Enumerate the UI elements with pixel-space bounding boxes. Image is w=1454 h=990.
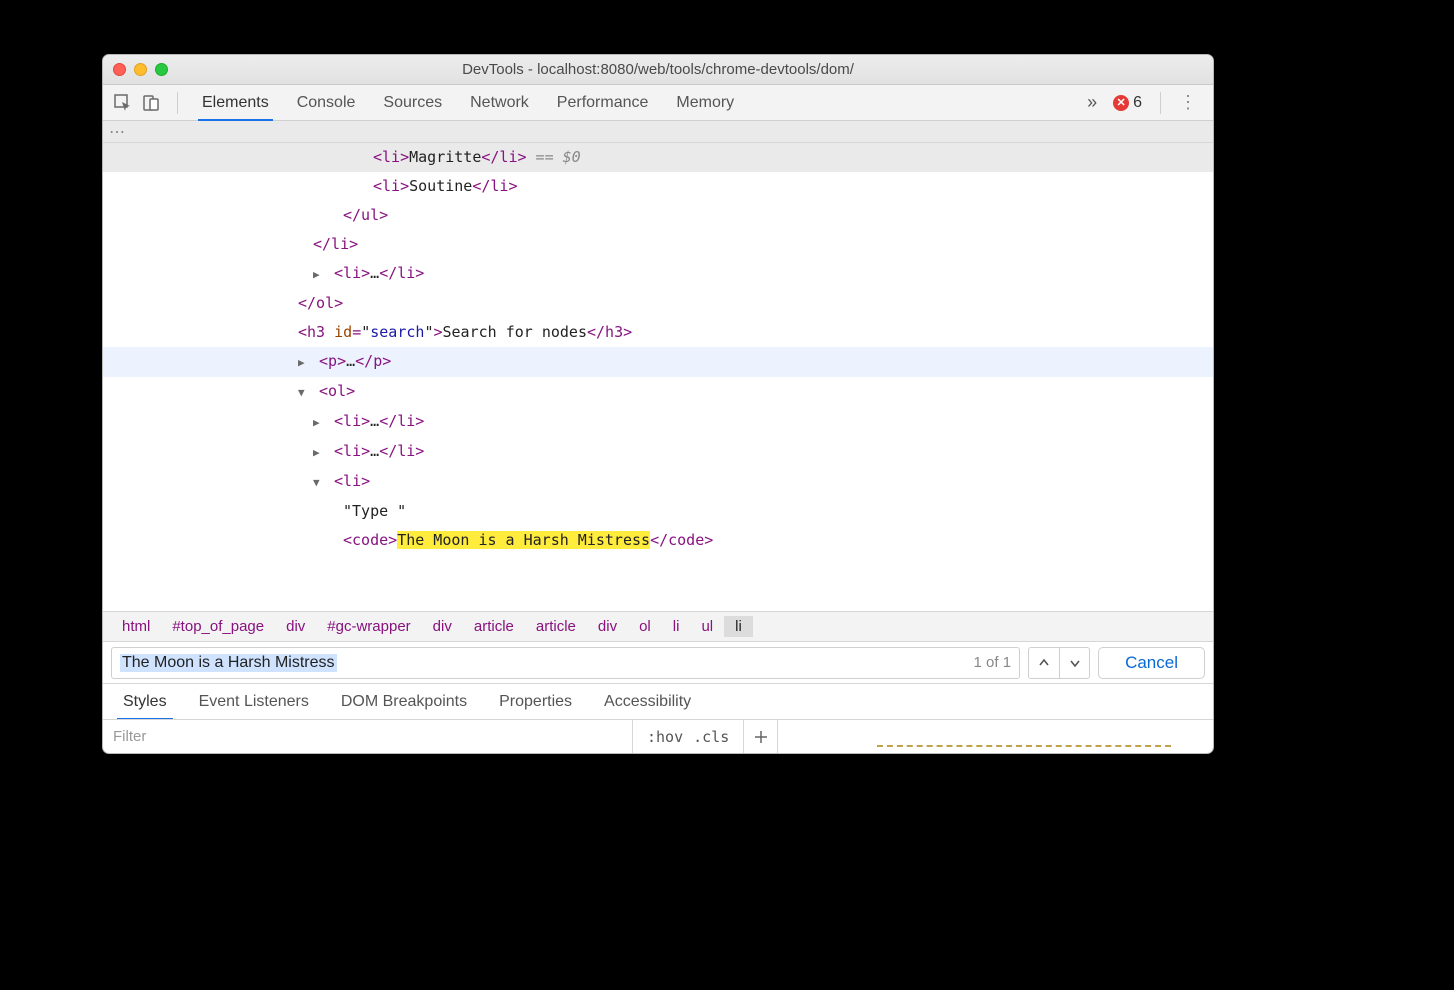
breadcrumb-item[interactable]: ul bbox=[690, 616, 724, 637]
sidebar-tabs: StylesEvent ListenersDOM BreakpointsProp… bbox=[103, 683, 1213, 719]
panel-tab-event-listeners[interactable]: Event Listeners bbox=[183, 684, 325, 720]
main-toolbar: Elements Console Sources Network Perform… bbox=[103, 85, 1213, 121]
dom-line[interactable]: ▼ <li> bbox=[103, 467, 1213, 497]
separator bbox=[177, 92, 178, 114]
dom-line[interactable]: </ol> bbox=[103, 289, 1213, 318]
more-tabs-icon[interactable]: » bbox=[1079, 92, 1105, 113]
overflow-indicator[interactable]: ⋯ bbox=[103, 121, 1213, 143]
breadcrumb-item[interactable]: div bbox=[422, 616, 463, 637]
error-icon: ✕ bbox=[1113, 95, 1129, 111]
cls-toggle[interactable]: .cls bbox=[693, 728, 729, 746]
error-count[interactable]: ✕ 6 bbox=[1105, 94, 1150, 112]
tab-sources[interactable]: Sources bbox=[369, 85, 456, 121]
search-bar: The Moon is a Harsh Mistress 1 of 1 Canc… bbox=[103, 641, 1213, 683]
breadcrumb-item[interactable]: #gc-wrapper bbox=[316, 616, 421, 637]
breadcrumb-item[interactable]: html bbox=[111, 616, 161, 637]
hov-cls-toggles: :hov .cls bbox=[633, 720, 744, 753]
tab-console[interactable]: Console bbox=[283, 85, 370, 121]
error-count-value: 6 bbox=[1133, 94, 1142, 112]
breadcrumb-item[interactable]: div bbox=[275, 616, 316, 637]
search-value: The Moon is a Harsh Mistress bbox=[120, 654, 337, 672]
panel-tab-properties[interactable]: Properties bbox=[483, 684, 588, 720]
dom-line[interactable]: <h3 id="search">Search for nodes</h3> bbox=[103, 318, 1213, 347]
search-result-count: 1 of 1 bbox=[974, 654, 1012, 671]
styles-toolbar: Filter :hov .cls bbox=[103, 719, 1213, 753]
tab-performance[interactable]: Performance bbox=[543, 85, 663, 121]
dom-line[interactable]: <li>Soutine</li> bbox=[103, 172, 1213, 201]
dom-tree[interactable]: <li>Magritte</li> == $0<li>Soutine</li><… bbox=[103, 143, 1213, 611]
panel-tab-dom-breakpoints[interactable]: DOM Breakpoints bbox=[325, 684, 483, 720]
breadcrumb-item[interactable]: #top_of_page bbox=[161, 616, 275, 637]
devtools-window: DevTools - localhost:8080/web/tools/chro… bbox=[102, 54, 1214, 754]
styles-filter-input[interactable]: Filter bbox=[103, 720, 633, 753]
panel-tab-styles[interactable]: Styles bbox=[107, 684, 183, 720]
breadcrumb-item[interactable]: article bbox=[525, 616, 587, 637]
kebab-menu-icon[interactable]: ⋮ bbox=[1171, 92, 1205, 113]
breadcrumb: html#top_of_pagediv#gc-wrapperdivarticle… bbox=[103, 611, 1213, 641]
search-next-button[interactable] bbox=[1059, 648, 1089, 678]
dom-line[interactable]: ▶ <li>…</li> bbox=[103, 437, 1213, 467]
search-prev-button[interactable] bbox=[1029, 648, 1059, 678]
tab-memory[interactable]: Memory bbox=[662, 85, 748, 121]
search-input[interactable]: The Moon is a Harsh Mistress 1 of 1 bbox=[111, 647, 1020, 679]
dom-line[interactable]: </li> bbox=[103, 230, 1213, 259]
dom-line[interactable]: ▶ <li>…</li> bbox=[103, 407, 1213, 437]
inspect-icon[interactable] bbox=[111, 91, 135, 115]
dom-line[interactable]: <li>Magritte</li> == $0 bbox=[103, 143, 1213, 172]
separator bbox=[1160, 92, 1161, 114]
dom-line[interactable]: ▶ <li>…</li> bbox=[103, 259, 1213, 289]
dom-line[interactable]: ▼ <ol> bbox=[103, 377, 1213, 407]
search-nav bbox=[1028, 647, 1090, 679]
cancel-button[interactable]: Cancel bbox=[1098, 647, 1205, 679]
box-model-fragment bbox=[877, 745, 1171, 751]
hov-toggle[interactable]: :hov bbox=[647, 728, 683, 746]
panel-tab-accessibility[interactable]: Accessibility bbox=[588, 684, 707, 720]
breadcrumb-item[interactable]: ol bbox=[628, 616, 662, 637]
dom-line[interactable]: </ul> bbox=[103, 201, 1213, 230]
titlebar: DevTools - localhost:8080/web/tools/chro… bbox=[103, 55, 1213, 85]
breadcrumb-item[interactable]: li bbox=[724, 616, 753, 637]
breadcrumb-item[interactable]: li bbox=[662, 616, 691, 637]
breadcrumb-item[interactable]: article bbox=[463, 616, 525, 637]
window-title: DevTools - localhost:8080/web/tools/chro… bbox=[103, 61, 1213, 78]
tab-network[interactable]: Network bbox=[456, 85, 543, 121]
dom-line[interactable]: <code>The Moon is a Harsh Mistress</code… bbox=[103, 526, 1213, 555]
dom-line[interactable]: "Type " bbox=[103, 497, 1213, 526]
dom-line[interactable]: ▶ <p>…</p> bbox=[103, 347, 1213, 377]
tab-elements[interactable]: Elements bbox=[188, 85, 283, 121]
new-style-rule-button[interactable] bbox=[744, 720, 778, 753]
breadcrumb-item[interactable]: div bbox=[587, 616, 628, 637]
device-toggle-icon[interactable] bbox=[139, 91, 163, 115]
